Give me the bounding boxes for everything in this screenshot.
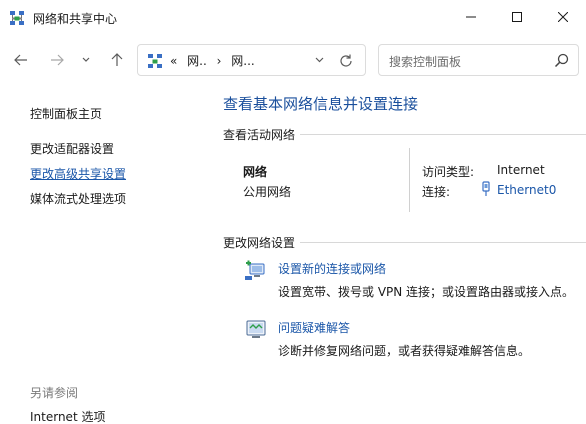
arrow-right-icon xyxy=(51,54,64,66)
change-settings-header: 更改网络设置 xyxy=(223,236,296,250)
arrow-left-icon xyxy=(14,54,27,66)
breadcrumb-item[interactable]: 网.. xyxy=(187,54,207,68)
page-title: 查看基本网络信息并设置连接 xyxy=(223,95,419,113)
vertical-divider xyxy=(409,148,410,212)
recent-locations-button[interactable] xyxy=(76,48,96,72)
navigation-bar: « 网.. › 网... 搜索控制面板 xyxy=(0,36,586,84)
breadcrumb: « 网.. › 网... xyxy=(170,52,261,69)
network-center-icon xyxy=(148,54,162,68)
sidebar-item-advanced-sharing[interactable]: 更改高级共享设置 xyxy=(30,165,126,182)
sidebar-item-internet-options[interactable]: Internet 选项 xyxy=(30,408,105,424)
search-icon[interactable] xyxy=(554,53,569,68)
refresh-icon[interactable] xyxy=(338,53,354,69)
setup-connection-description: 设置宽带、拨号或 VPN 连接；或设置路由器或接入点。 xyxy=(278,285,575,299)
chevron-down-icon xyxy=(315,57,323,63)
section-divider xyxy=(300,134,586,135)
setup-connection-link[interactable]: 设置新的连接或网络 xyxy=(278,260,386,277)
sidebar: 控制面板主页 更改适配器设置 更改高级共享设置 媒体流式处理选项 另请参阅 In… xyxy=(0,84,210,424)
breadcrumb-separator[interactable]: › xyxy=(217,54,222,68)
main-content: 查看基本网络信息并设置连接 查看活动网络 网络 公用网络 访问类型: Inter… xyxy=(210,84,586,424)
search-box[interactable]: 搜索控制面板 xyxy=(378,44,579,76)
ethernet-icon xyxy=(482,181,490,196)
address-bar[interactable]: « 网.. › 网... xyxy=(137,44,366,76)
see-also-header: 另请参阅 xyxy=(30,386,79,400)
network-center-icon xyxy=(10,11,24,25)
connections-label: 连接: xyxy=(422,185,451,199)
address-history-button[interactable] xyxy=(312,53,326,67)
title-bar: 网络和共享中心 xyxy=(0,0,586,36)
sidebar-item-control-panel-home[interactable]: 控制面板主页 xyxy=(30,105,102,122)
search-placeholder: 搜索控制面板 xyxy=(389,55,462,69)
forward-button[interactable] xyxy=(45,48,69,72)
troubleshoot-link[interactable]: 问题疑难解答 xyxy=(278,319,350,336)
close-icon xyxy=(558,12,568,22)
sidebar-item-adapter-settings[interactable]: 更改适配器设置 xyxy=(30,140,114,157)
access-type-label: 访问类型: xyxy=(422,165,475,179)
minimize-icon xyxy=(466,16,476,18)
breadcrumb-item[interactable]: 网... xyxy=(231,54,254,68)
chevron-down-icon xyxy=(82,57,90,62)
troubleshoot-icon xyxy=(246,320,266,338)
back-button[interactable] xyxy=(9,48,33,72)
up-button[interactable] xyxy=(105,48,129,72)
close-button[interactable] xyxy=(540,0,586,34)
arrow-up-icon xyxy=(111,53,123,66)
breadcrumb-overflow[interactable]: « xyxy=(170,54,177,68)
section-divider xyxy=(300,242,586,243)
maximize-icon xyxy=(512,12,522,22)
access-type-value: Internet xyxy=(497,163,545,177)
troubleshoot-description: 诊断并修复网络问题，或者获得疑难解答信息。 xyxy=(278,344,531,358)
maximize-button[interactable] xyxy=(494,0,540,34)
network-type-link[interactable]: 公用网络 xyxy=(243,183,291,200)
sidebar-item-media-streaming[interactable]: 媒体流式处理选项 xyxy=(30,190,126,207)
active-networks-header: 查看活动网络 xyxy=(223,128,296,142)
network-name: 网络 xyxy=(243,165,268,179)
window-title: 网络和共享中心 xyxy=(33,12,118,26)
ethernet-connection-link[interactable]: Ethernet0 xyxy=(497,183,556,197)
new-connection-icon xyxy=(245,260,265,280)
minimize-button[interactable] xyxy=(448,0,494,34)
